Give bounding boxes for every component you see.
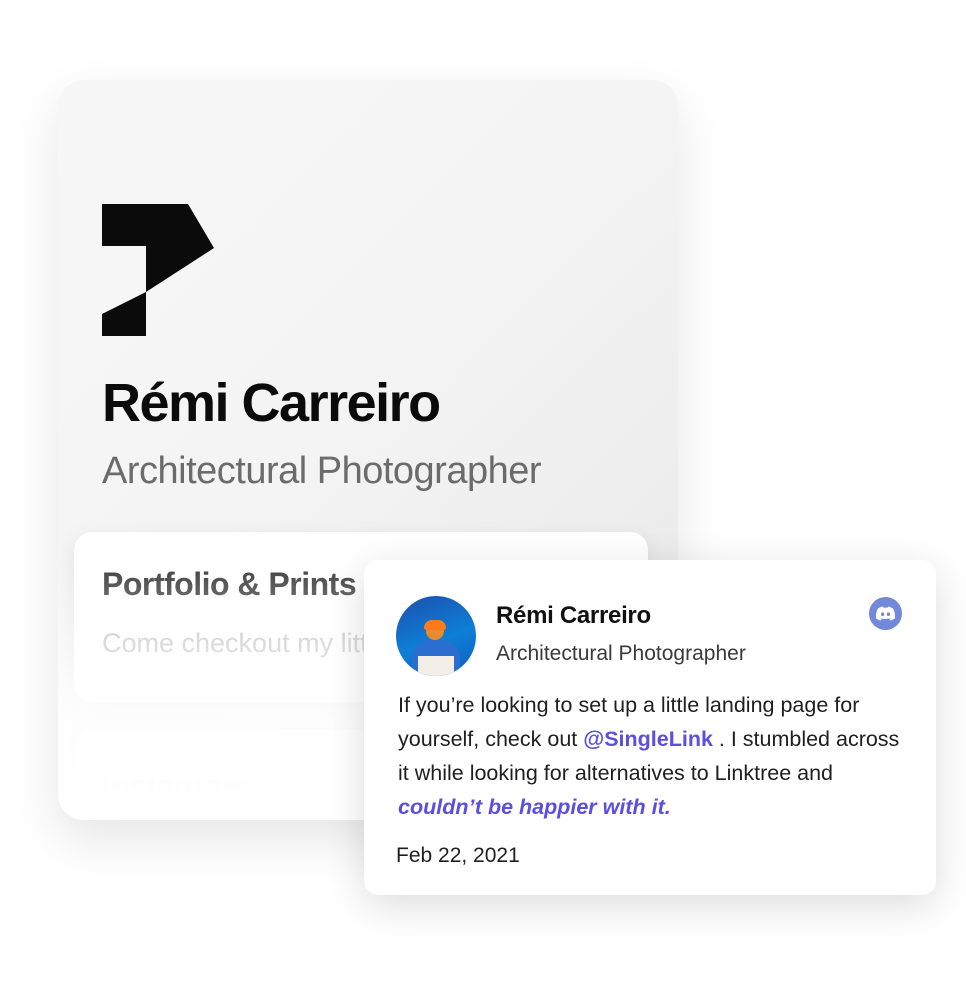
link-title: Instagram (102, 768, 251, 804)
emphasis-text: couldn’t be happier with it. (398, 795, 671, 819)
author-title: Architectural Photographer (496, 642, 746, 665)
testimonial-text: If you’re looking to set up a little lan… (398, 693, 900, 819)
mention-link[interactable]: @SingleLink (583, 727, 713, 751)
profile-title: Architectural Photographer (102, 450, 542, 492)
discord-icon[interactable] (869, 597, 902, 630)
profile-name: Rémi Carreiro (102, 373, 441, 433)
author-name: Rémi Carreiro (496, 602, 651, 629)
brand-logo (102, 204, 214, 336)
testimonial-card: Rémi Carreiro Architectural Photographer… (364, 560, 936, 895)
testimonial-date: Feb 22, 2021 (396, 844, 520, 867)
avatar (396, 596, 476, 676)
link-title: Portfolio & Prints (102, 566, 357, 602)
